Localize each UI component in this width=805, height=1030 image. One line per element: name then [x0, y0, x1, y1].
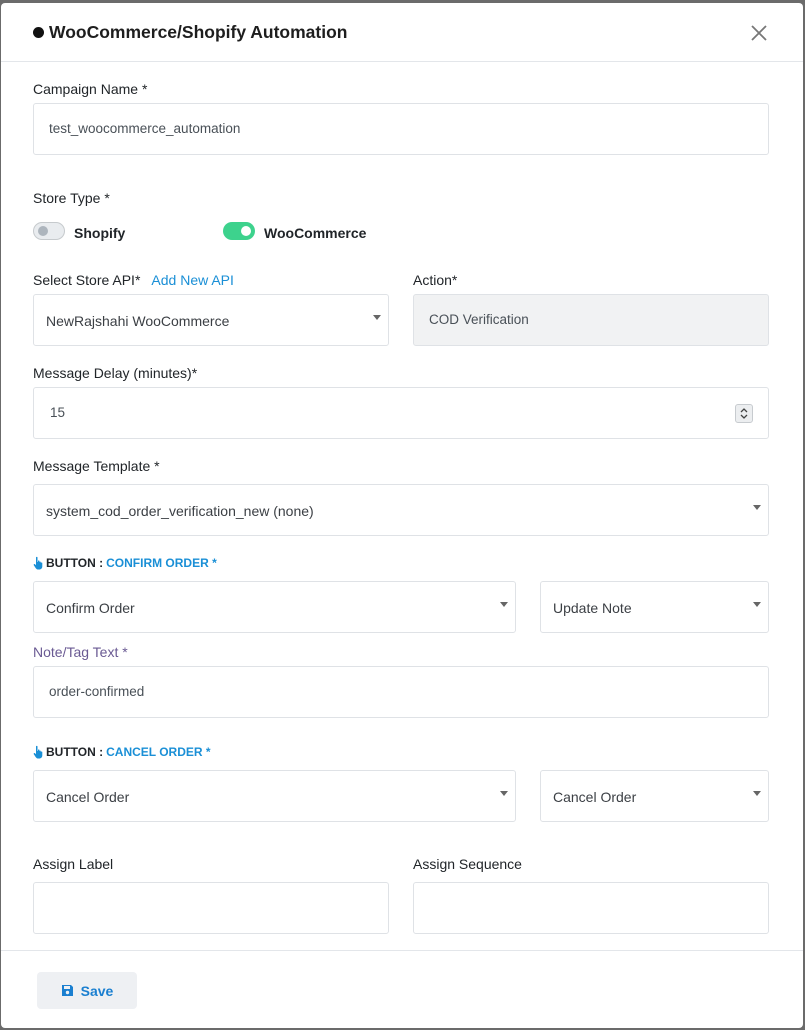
confirm-order-secondary-value: Update Note — [553, 600, 632, 616]
modal-footer: Save — [1, 950, 803, 1028]
campaign-name-value: test_woocommerce_automation — [49, 121, 241, 136]
cancel-button-name: CANCEL ORDER * — [106, 745, 211, 759]
message-template-select[interactable]: system_cod_order_verification_new (none) — [33, 484, 769, 536]
action-label: Action* — [413, 272, 458, 288]
assign-sequence-input[interactable] — [413, 882, 769, 934]
campaign-name-label: Campaign Name * — [33, 81, 148, 97]
shopify-toggle[interactable] — [33, 222, 65, 240]
message-template-label: Message Template * — [33, 458, 160, 474]
message-delay-input[interactable]: 15 — [33, 387, 769, 439]
store-api-label: Select Store API* Add New API — [33, 272, 234, 288]
save-button[interactable]: Save — [37, 972, 137, 1009]
campaign-name-input[interactable]: test_woocommerce_automation — [33, 103, 769, 155]
spinner-arrows-icon[interactable] — [735, 404, 753, 423]
modal-title: WooCommerce/Shopify Automation — [33, 22, 347, 43]
hand-pointer-icon — [33, 556, 43, 570]
message-template-value: system_cod_order_verification_new (none) — [46, 503, 314, 519]
caret-down-icon — [500, 791, 508, 796]
caret-down-icon — [753, 791, 761, 796]
action-value: COD Verification — [429, 312, 529, 327]
caret-down-icon — [500, 602, 508, 607]
cancel-button-prefix: BUTTON : — [46, 745, 104, 759]
store-type-label: Store Type * — [33, 190, 110, 206]
assign-label-input[interactable] — [33, 882, 389, 934]
message-delay-value: 15 — [50, 405, 66, 420]
save-icon — [61, 985, 73, 996]
save-button-label: Save — [80, 982, 114, 999]
confirm-button-name: CONFIRM ORDER * — [106, 556, 217, 570]
caret-down-icon — [373, 315, 381, 320]
caret-down-icon — [753, 505, 761, 510]
add-new-api-link[interactable]: Add New API — [151, 272, 234, 288]
store-api-label-text: Select Store API* — [33, 272, 141, 288]
modal-header: WooCommerce/Shopify Automation — [1, 3, 803, 62]
action-field: COD Verification — [413, 294, 769, 346]
hand-pointer-icon — [33, 745, 43, 759]
store-api-select[interactable]: NewRajshahi WooCommerce — [33, 294, 389, 346]
message-delay-label: Message Delay (minutes)* — [33, 365, 198, 381]
note-tag-input[interactable]: order-confirmed — [33, 666, 769, 718]
automation-modal: WooCommerce/Shopify Automation Campaign … — [1, 3, 803, 1028]
confirm-button-prefix: BUTTON : — [46, 556, 104, 570]
note-tag-label: Note/Tag Text * — [33, 644, 128, 660]
confirm-order-button-heading: BUTTON : CONFIRM ORDER * — [33, 556, 217, 570]
toggle-knob — [38, 226, 48, 236]
store-api-value: NewRajshahi WooCommerce — [46, 313, 230, 329]
woocommerce-toggle-label: WooCommerce — [264, 225, 367, 241]
cancel-order-button-heading: BUTTON : CANCEL ORDER * — [33, 745, 211, 759]
cancel-order-secondary-select[interactable]: Cancel Order — [540, 770, 769, 822]
toggle-knob — [241, 226, 251, 236]
bullet-icon — [33, 27, 44, 38]
close-icon[interactable] — [749, 23, 769, 43]
confirm-order-secondary-select[interactable]: Update Note — [540, 581, 769, 633]
confirm-order-action-value: Confirm Order — [46, 600, 135, 616]
assign-label-label: Assign Label — [33, 856, 114, 872]
cancel-order-action-value: Cancel Order — [46, 789, 130, 805]
assign-sequence-label: Assign Sequence — [413, 856, 522, 872]
cancel-order-action-select[interactable]: Cancel Order — [33, 770, 516, 822]
confirm-order-action-select[interactable]: Confirm Order — [33, 581, 516, 633]
modal-title-text: WooCommerce/Shopify Automation — [49, 22, 348, 42]
cancel-order-secondary-value: Cancel Order — [553, 789, 637, 805]
woocommerce-toggle[interactable] — [223, 222, 255, 240]
shopify-toggle-label: Shopify — [74, 225, 126, 241]
note-tag-value: order-confirmed — [49, 684, 145, 699]
caret-down-icon — [753, 602, 761, 607]
